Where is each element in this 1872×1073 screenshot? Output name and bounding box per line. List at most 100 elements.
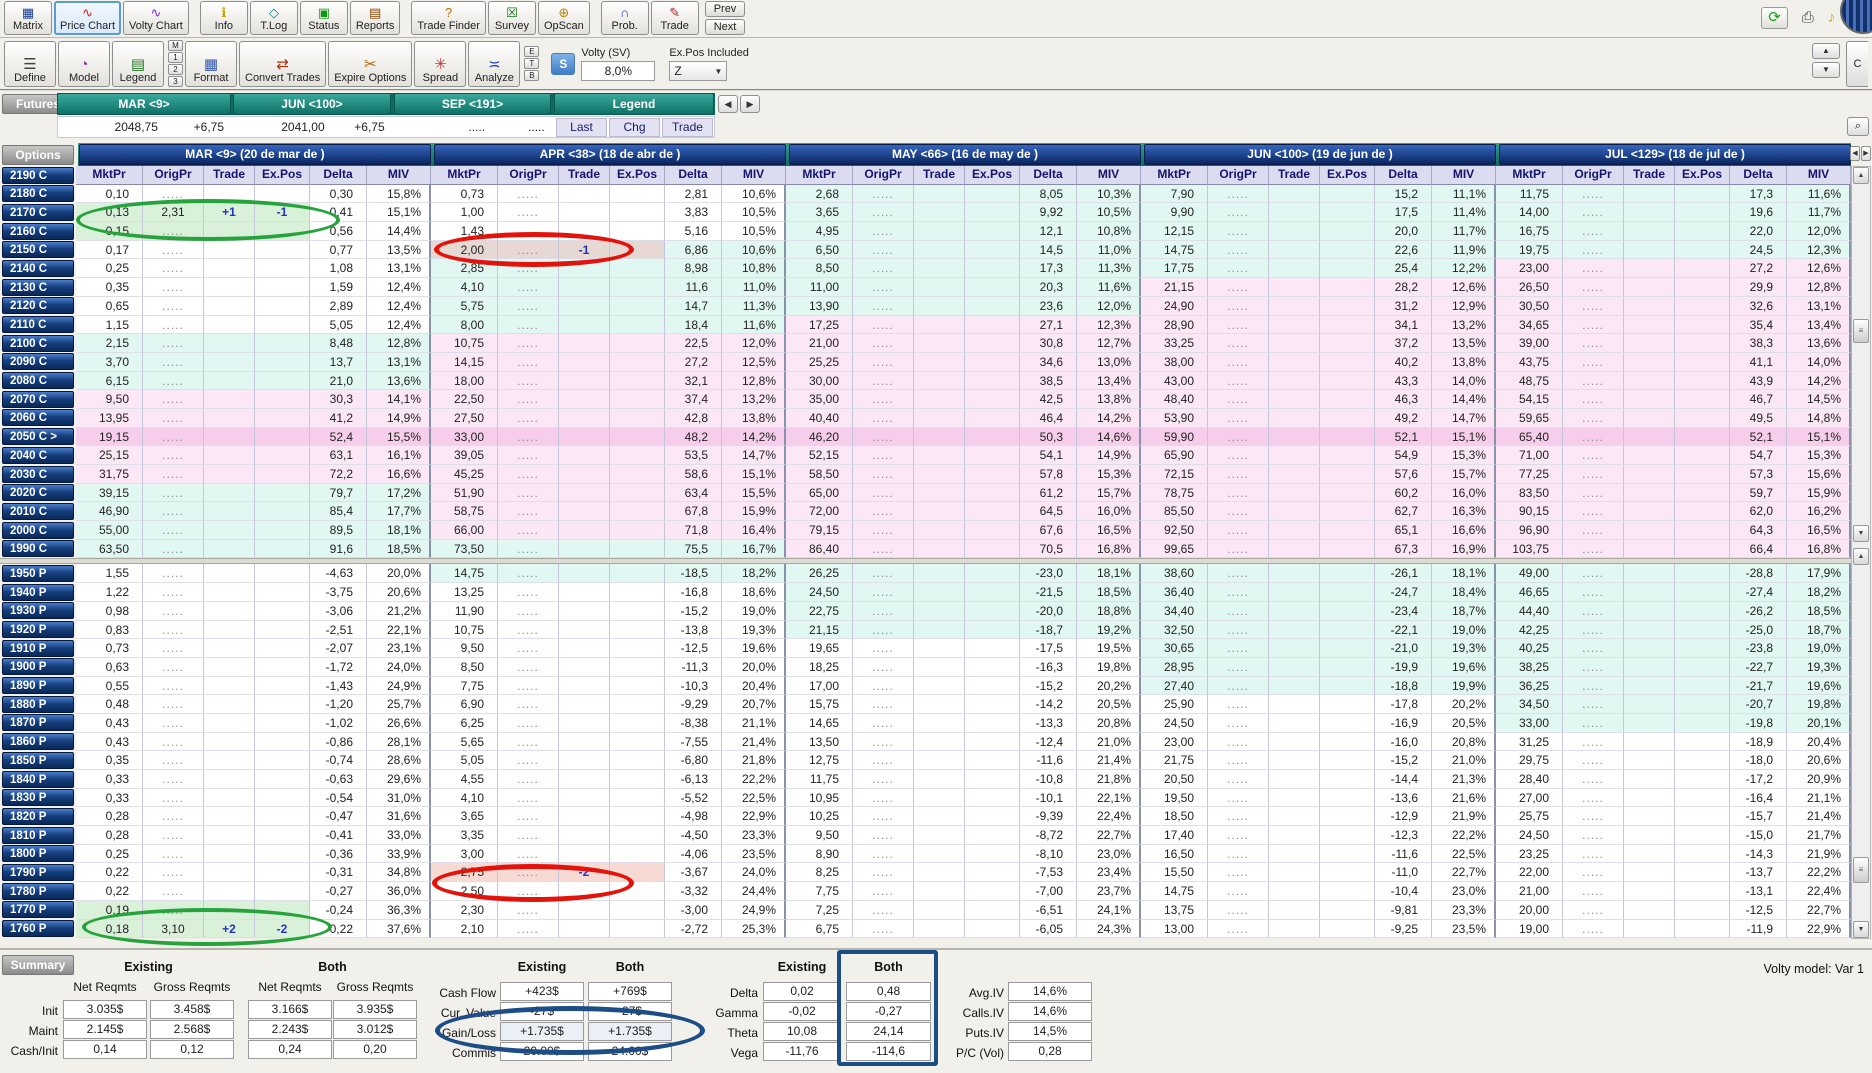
option-cell[interactable] — [255, 695, 310, 714]
strike-label-button[interactable]: 2010 C — [2, 503, 74, 520]
option-cell[interactable]: 14,15 — [431, 353, 498, 372]
option-cell[interactable]: 2,10 — [431, 920, 498, 939]
option-cell[interactable]: 13,90 — [786, 297, 853, 316]
option-cell[interactable]: 19,50 — [1141, 789, 1208, 808]
option-cell[interactable]: ..... — [498, 428, 559, 447]
option-cell[interactable]: 78,75 — [1141, 484, 1208, 503]
option-cell[interactable]: 13,25 — [431, 583, 498, 602]
option-cell[interactable] — [610, 334, 665, 353]
option-cell[interactable] — [1269, 789, 1320, 808]
option-cell[interactable]: 9,90 — [1141, 203, 1208, 222]
option-cell[interactable] — [1624, 428, 1675, 447]
strike-label-button[interactable]: 2120 C — [2, 297, 74, 314]
option-cell[interactable]: 0,17 — [76, 241, 143, 260]
expire-options-button[interactable]: ✂Expire Options — [328, 41, 412, 87]
option-cell[interactable]: 13,00 — [1141, 920, 1208, 939]
option-cell[interactable]: ..... — [143, 278, 204, 297]
option-cell[interactable] — [255, 564, 310, 583]
option-cell[interactable] — [1269, 203, 1320, 222]
option-cell[interactable] — [1269, 353, 1320, 372]
option-cell[interactable] — [1624, 583, 1675, 602]
option-cell[interactable] — [1320, 259, 1375, 278]
option-cell[interactable]: 1,15 — [76, 316, 143, 335]
option-cell[interactable] — [1624, 484, 1675, 503]
option-cell[interactable]: 1,00 — [431, 203, 498, 222]
option-cell[interactable] — [204, 446, 255, 465]
option-cell[interactable]: ..... — [1563, 920, 1624, 939]
option-cell[interactable]: 46,65 — [1496, 583, 1563, 602]
option-cell[interactable] — [1320, 297, 1375, 316]
status-button[interactable]: ▣Status — [300, 1, 348, 35]
option-cell[interactable] — [204, 677, 255, 696]
option-cell[interactable] — [610, 540, 665, 559]
option-cell[interactable] — [255, 297, 310, 316]
option-cell[interactable]: ..... — [853, 502, 914, 521]
option-cell[interactable] — [559, 920, 610, 939]
option-cell[interactable] — [1269, 901, 1320, 920]
option-cell[interactable] — [1624, 826, 1675, 845]
option-cell[interactable]: ..... — [143, 882, 204, 901]
strike-label-button[interactable]: 2140 C — [2, 260, 74, 277]
option-cell[interactable]: +1 — [204, 203, 255, 222]
option-cell[interactable]: 0,63 — [76, 658, 143, 677]
option-cell[interactable]: 19,75 — [1496, 241, 1563, 260]
option-cell[interactable]: ..... — [1563, 222, 1624, 241]
option-cell[interactable] — [914, 297, 965, 316]
option-cell[interactable]: 33,25 — [1141, 334, 1208, 353]
option-cell[interactable] — [914, 639, 965, 658]
option-cell[interactable] — [559, 316, 610, 335]
option-cell[interactable] — [255, 222, 310, 241]
option-cell[interactable]: ..... — [1563, 789, 1624, 808]
option-cell[interactable] — [914, 583, 965, 602]
option-cell[interactable]: ..... — [498, 789, 559, 808]
option-cell[interactable] — [1320, 446, 1375, 465]
option-cell[interactable]: ..... — [498, 540, 559, 559]
option-cell[interactable] — [965, 465, 1020, 484]
option-cell[interactable] — [559, 372, 610, 391]
option-cell[interactable]: 35,00 — [786, 390, 853, 409]
option-cell[interactable]: 23,00 — [1496, 259, 1563, 278]
option-cell[interactable]: 96,90 — [1496, 521, 1563, 540]
option-cell[interactable]: ..... — [143, 826, 204, 845]
option-cell[interactable]: ..... — [143, 297, 204, 316]
option-cell[interactable]: ..... — [1563, 259, 1624, 278]
option-cell[interactable] — [965, 259, 1020, 278]
view-3-button[interactable]: 3 — [168, 76, 183, 87]
option-cell[interactable] — [559, 882, 610, 901]
strike-label-button[interactable]: 2110 C — [2, 316, 74, 333]
option-cell[interactable]: 9,50 — [786, 826, 853, 845]
option-cell[interactable] — [1269, 502, 1320, 521]
option-cell[interactable]: ..... — [1208, 751, 1269, 770]
option-cell[interactable] — [1675, 428, 1730, 447]
scrollbar-down-arrow-puts[interactable]: ▼ — [1853, 921, 1869, 938]
option-cell[interactable] — [1320, 751, 1375, 770]
option-cell[interactable] — [965, 583, 1020, 602]
option-cell[interactable] — [1320, 695, 1375, 714]
option-cell[interactable] — [1675, 502, 1730, 521]
option-cell[interactable] — [1269, 409, 1320, 428]
option-cell[interactable]: 8,90 — [786, 845, 853, 864]
option-cell[interactable] — [610, 185, 665, 204]
option-cell[interactable]: 0,35 — [76, 751, 143, 770]
option-cell[interactable]: ..... — [853, 259, 914, 278]
scrollbar-thumb-calls[interactable]: ≡ — [1853, 319, 1869, 343]
option-cell[interactable] — [1269, 540, 1320, 559]
option-cell[interactable]: 28,90 — [1141, 316, 1208, 335]
option-cell[interactable] — [204, 583, 255, 602]
option-cell[interactable] — [1624, 733, 1675, 752]
option-cell[interactable]: 52,15 — [786, 446, 853, 465]
option-cell[interactable]: ..... — [853, 583, 914, 602]
strike-label-button[interactable]: 1810 P — [2, 827, 74, 844]
option-cell[interactable] — [914, 502, 965, 521]
option-cell[interactable]: 0,13 — [76, 203, 143, 222]
futures-contract-header[interactable]: MAR <9> — [57, 93, 231, 115]
option-cell[interactable] — [1624, 297, 1675, 316]
option-cell[interactable] — [1675, 521, 1730, 540]
option-cell[interactable] — [1320, 241, 1375, 260]
option-cell[interactable]: +2 — [204, 920, 255, 939]
option-cell[interactable]: -1 — [255, 203, 310, 222]
option-cell[interactable]: ..... — [1563, 901, 1624, 920]
strike-label-button[interactable]: 2180 C — [2, 185, 74, 202]
option-cell[interactable]: ..... — [498, 334, 559, 353]
option-cell[interactable] — [1269, 297, 1320, 316]
